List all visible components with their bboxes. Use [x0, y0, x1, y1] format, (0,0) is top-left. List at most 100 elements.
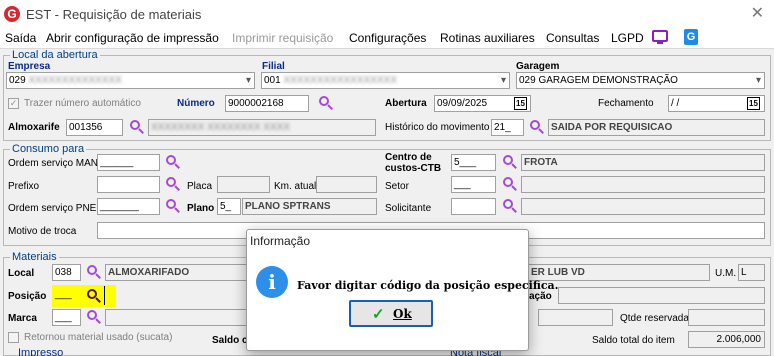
qtde-reservada-field — [688, 309, 765, 326]
menu-lgpd[interactable]: LGPD — [611, 31, 644, 45]
almoxarife-name-field: XXXXXXXX XXXXXXXX XXXX — [148, 119, 376, 136]
marca-input[interactable]: ___ — [52, 309, 81, 326]
posicao-label: Posição — [8, 291, 47, 302]
numero-input[interactable]: 9000002168 — [225, 95, 309, 112]
dialog-title: Informação — [250, 234, 311, 248]
info-icon: i — [256, 266, 288, 298]
numero-label: Número — [177, 98, 215, 109]
garagem-select[interactable]: 029 GARAGEM DEMONSTRAÇÃO — [516, 72, 765, 89]
saldo-total-field: 2.006,000 — [688, 331, 765, 348]
centro-custos-label-1: Centro de — [385, 152, 432, 163]
saldo-label: Saldo c — [212, 335, 248, 346]
group-consumo-title: Consumo para — [10, 143, 87, 155]
posicao-cursor — [104, 286, 105, 305]
numero-search-icon[interactable] — [318, 95, 334, 111]
posicao-search-icon[interactable] — [86, 288, 102, 304]
solicitante-search-icon[interactable] — [502, 198, 518, 214]
os-man-label: Ordem serviço MAN — [8, 158, 99, 169]
historico-code-input[interactable]: 21_ — [491, 119, 524, 136]
title-bar: G EST - Requisição de materiais ✕ — [0, 0, 774, 27]
screen-icon[interactable] — [652, 30, 668, 44]
fechamento-label: Fechamento — [598, 98, 654, 109]
prefixo-label: Prefixo — [8, 181, 40, 192]
window-title: EST - Requisição de materiais — [26, 7, 202, 22]
setor-label: Setor — [385, 181, 409, 192]
centro-custos-label-2: custos-CTB — [385, 163, 442, 174]
filial-label: Filial — [262, 61, 285, 72]
motivo-troca-label: Motivo de troca — [8, 226, 77, 237]
impresso-label: Impresso — [18, 347, 64, 356]
garagem-label: Garagem — [516, 61, 560, 72]
retornou-material-checkbox[interactable] — [8, 332, 19, 343]
qtde-field — [538, 309, 613, 326]
solicitante-label: Solicitante — [385, 203, 432, 214]
local-search-icon[interactable] — [86, 264, 102, 280]
um-field: L — [738, 264, 765, 281]
info-dialog: Informação i Favor digitar código da pos… — [246, 229, 558, 351]
um-label: U.M. — [715, 268, 737, 279]
almoxarife-code-input[interactable]: 001356 — [66, 119, 123, 136]
placa-label: Placa — [187, 181, 213, 192]
marca-desc-field — [105, 309, 247, 326]
os-pne-input[interactable]: _______ — [97, 198, 160, 215]
menu-configuracoes[interactable]: Configurações — [349, 31, 426, 45]
group-materiais-title: Materiais — [10, 251, 59, 263]
local-desc-field: ALMOXARIFADO — [105, 264, 247, 281]
saldo-total-label: Saldo total do item — [592, 335, 675, 346]
menu-saida[interactable]: Saída — [5, 31, 36, 45]
empresa-label: Empresa — [8, 61, 51, 72]
fechamento-calendar-icon[interactable]: 15 — [747, 97, 760, 110]
marca-label: Marca — [8, 313, 37, 324]
plano-desc-field: PLANO SPTRANS — [242, 198, 377, 215]
plano-label: Plano — [187, 203, 215, 214]
trazer-numero-label: Trazer número automático — [24, 98, 141, 109]
group-local-abertura-title: Local da abertura — [10, 49, 100, 61]
almoxarife-search-icon[interactable] — [129, 119, 145, 135]
os-man-input[interactable]: ______ — [97, 154, 160, 171]
filial-select[interactable]: 001 XXXXXXXXXXXXXXXXX — [261, 72, 510, 89]
ok-button[interactable]: ✓ Ok — [349, 300, 433, 327]
plano-code-input[interactable]: 5_ — [217, 198, 241, 215]
posicao-input[interactable]: ___ — [53, 287, 81, 304]
document-icon[interactable]: G — [684, 29, 698, 45]
menu-rotinas-auxiliares[interactable]: Rotinas auxiliares — [440, 31, 535, 45]
setor-search-icon[interactable] — [502, 176, 518, 192]
localizacao-field — [558, 287, 765, 304]
centro-custos-input[interactable]: 5___ — [451, 154, 496, 171]
solicitante-desc-field — [521, 198, 765, 215]
placa-field — [217, 176, 270, 193]
marca-search-icon[interactable] — [86, 309, 102, 325]
os-pne-search-icon[interactable] — [165, 198, 181, 214]
qtde-reservada-label: Qtde reservada — [620, 313, 689, 324]
abertura-label: Abertura — [385, 98, 427, 109]
km-atual-label: Km. atual — [274, 181, 317, 192]
localizacao-label: ação — [529, 291, 552, 302]
prefixo-search-icon[interactable] — [165, 176, 181, 192]
app-logo-icon: G — [4, 6, 20, 22]
km-atual-field — [316, 176, 377, 193]
prefixo-input[interactable] — [97, 176, 160, 193]
os-pne-label: Ordem serviço PNE — [8, 203, 97, 214]
menu-abrir-configuracao[interactable]: Abrir configuração de impressão — [46, 31, 219, 45]
solicitante-input[interactable] — [451, 198, 496, 215]
setor-input[interactable]: ___ — [451, 176, 496, 193]
os-man-search-icon[interactable] — [165, 154, 181, 170]
local-code-input[interactable]: 038 — [52, 264, 81, 281]
empresa-select[interactable]: 029 XXXXXXXXXXXXXX — [6, 72, 255, 89]
setor-desc-field — [521, 176, 765, 193]
almoxarife-label: Almoxarife — [8, 122, 60, 133]
local-label: Local — [8, 268, 35, 279]
ok-button-label: Ok — [393, 307, 412, 321]
historico-desc-field: SAIDA POR REQUISICAO — [548, 119, 765, 136]
menu-consultas[interactable]: Consultas — [546, 31, 599, 45]
centro-custos-desc-field: FROTA — [521, 154, 765, 171]
abertura-calendar-icon[interactable]: 15 — [514, 97, 527, 110]
retornou-material-label: Retornou material usado (sucata) — [24, 332, 173, 343]
historico-label: Histórico do movimento — [385, 122, 490, 133]
menu-imprimir-requisicao[interactable]: Imprimir requisição — [232, 31, 333, 45]
dialog-message: Favor digitar código da posição especifi… — [297, 279, 559, 292]
centro-custos-search-icon[interactable] — [502, 154, 518, 170]
trazer-numero-checkbox[interactable]: ✓ — [8, 98, 19, 109]
historico-search-icon[interactable] — [529, 119, 545, 135]
close-icon[interactable]: ✕ — [751, 3, 764, 23]
